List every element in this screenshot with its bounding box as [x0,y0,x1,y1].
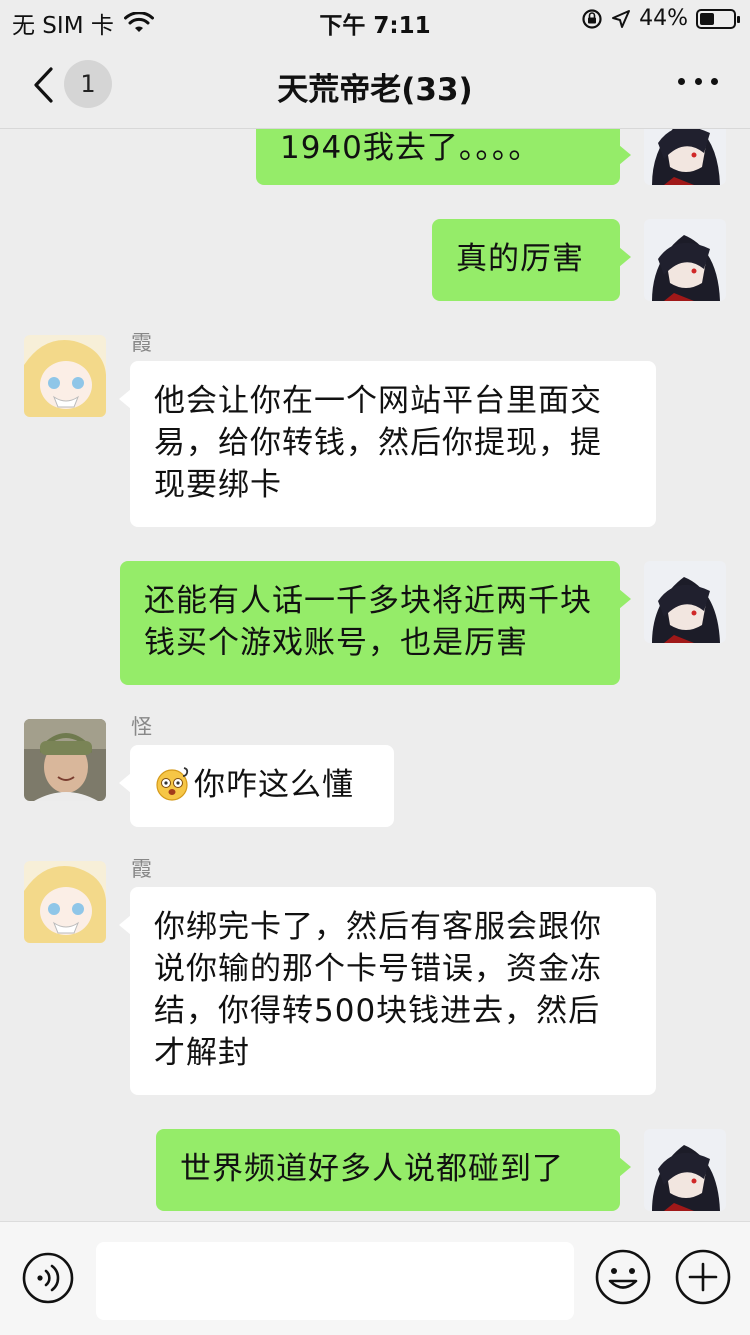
status-right: 44% [581,6,740,31]
battery-percent: 44% [639,6,688,31]
message-text: 真的厉害 [456,241,584,277]
battery-level [700,12,715,25]
message-text: 你绑完卡了，然后有客服会跟你说你输的那个卡号错误，资金冻结，你得转500块钱进去… [154,909,602,1071]
emoji-button[interactable] [594,1248,652,1306]
voice-button[interactable] [22,1252,74,1304]
message-bubble[interactable]: 还能有人话一千多块将近两千块钱买个游戏账号，也是厉害 [120,561,631,685]
voice-icon [22,1252,74,1304]
battery-icon [696,8,740,29]
sender-avatar[interactable] [24,335,106,417]
message-text: 世界频道好多人说都碰到了 [180,1151,564,1187]
child-photo-avatar [24,719,106,801]
more-dots-icon [678,78,685,85]
dark-hair-boy-avatar [644,561,726,643]
message-text: 1940我去了。。。。 [280,130,541,166]
message-bubble[interactable]: 真的厉害 [432,219,631,301]
rotation-lock-icon [582,8,602,29]
message-bubble[interactable]: 1940我去了。。。。 [256,129,631,185]
dark-hair-boy-avatar [644,1129,726,1211]
message-text: 还能有人话一千多块将近两千块钱买个游戏账号，也是厉害 [144,583,592,661]
plus-icon [675,1249,731,1305]
message-bubble[interactable]: 你咋这么懂 [119,745,394,827]
my-avatar[interactable] [644,129,726,185]
more-button[interactable] [678,78,718,92]
chat-title: 天荒帝老(33) [277,72,473,108]
message-text: 他会让你在一个网站平台里面交易，给你转钱，然后你提现，提现要绑卡 [154,383,602,503]
message-bubble[interactable]: 你绑完卡了，然后有客服会跟你说你输的那个卡号错误，资金冻结，你得转500块钱进去… [119,887,656,1095]
my-avatar[interactable] [644,219,726,301]
location-icon [612,9,631,28]
message-list[interactable]: 1940我去了。。。。 真的厉害 霞 他会让你在一个网站平台里面交易，给你转钱，… [0,129,750,1221]
dark-hair-boy-avatar [644,129,726,185]
message-input[interactable] [96,1242,574,1320]
anime-girl-avatar [24,861,106,943]
dark-hair-boy-avatar [644,219,726,301]
my-avatar[interactable] [644,561,726,643]
message-bubble[interactable]: 他会让你在一个网站平台里面交易，给你转钱，然后你提现，提现要绑卡 [119,361,656,527]
sender-avatar[interactable] [24,861,106,943]
anime-girl-avatar [24,335,106,417]
input-bar [0,1221,750,1335]
dizzy-face-emoji-icon [156,767,189,801]
message-bubble[interactable]: 世界频道好多人说都碰到了 [156,1129,631,1211]
chat-header: 1 天荒帝老(33) [0,42,750,129]
plus-button[interactable] [674,1248,732,1306]
my-avatar[interactable] [644,1129,726,1211]
message-text: 你咋这么懂 [194,767,354,803]
sender-avatar[interactable] [24,719,106,801]
status-bar: 无 SIM 卡 下午 7:11 44% [0,0,750,42]
emoji-icon [595,1249,651,1305]
